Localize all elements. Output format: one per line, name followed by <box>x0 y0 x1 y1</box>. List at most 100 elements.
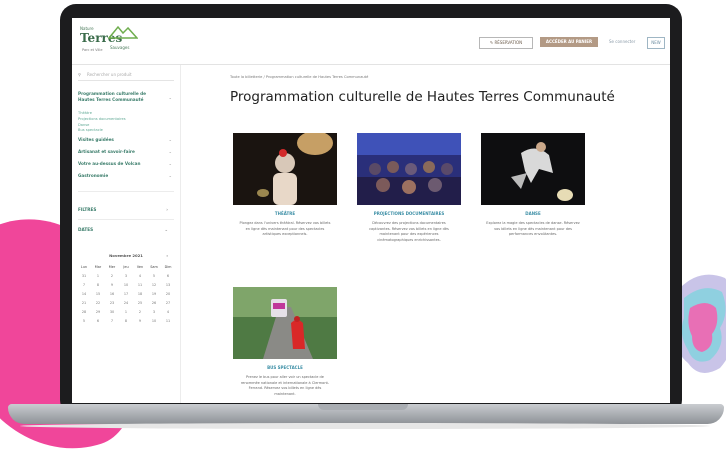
calendar-day[interactable]: 22 <box>92 299 104 308</box>
filters-toggle[interactable]: FILTRES › <box>78 207 172 212</box>
calendar-weekdays: Lun Mar Mer Jeu Ven Sam Dim <box>78 263 174 272</box>
main-content: Toute la billetterie / Programmation cul… <box>180 65 670 403</box>
calendar-day[interactable]: 2 <box>134 308 146 317</box>
calendar-day[interactable]: 12 <box>148 281 160 290</box>
calendar-day[interactable]: 5 <box>148 272 160 281</box>
card-description: Plongez dans l'univers théâtral. Réserve… <box>239 221 331 237</box>
cart-button[interactable]: ACCÉDER AU PANIER <box>540 37 598 47</box>
card-description: Explorez la magie des spectacles de dans… <box>486 221 580 237</box>
laptop-shadow <box>20 423 710 429</box>
card-projections[interactable]: PROJECTIONS DOCUMENTAIRES Découvrez des … <box>352 127 466 277</box>
calendar-day[interactable]: 16 <box>106 290 118 299</box>
sidebar-submenu: Théâtre Projections documentaires Danse … <box>78 111 126 134</box>
calendar-day[interactable]: 6 <box>92 317 104 326</box>
calendar-day[interactable]: 18 <box>134 290 146 299</box>
sidebar-subitem-projections[interactable]: Projections documentaires <box>78 117 126 123</box>
weekday-label: Jeu <box>123 265 129 269</box>
card-theatre[interactable]: THÉÂTRE Plongez dans l'univers théâtral.… <box>228 127 342 277</box>
logo-accent: Sauvages <box>110 45 130 50</box>
language-button[interactable]: NEW <box>647 37 665 49</box>
login-link[interactable]: Se connecter <box>609 37 635 47</box>
card-description: Prenez le bus pour aller voir un spectac… <box>240 375 330 396</box>
calendar-day[interactable]: 27 <box>162 299 174 308</box>
weekday-label: Sam <box>150 265 158 269</box>
sidebar-item-artisanat[interactable]: Artisanat et savoir-faire ⌄ <box>78 149 176 155</box>
sidebar-subitem-bus[interactable]: Bus spectacle <box>78 128 126 134</box>
search-input[interactable]: ⚲ Rechercher un produit <box>78 70 174 81</box>
calendar-day[interactable]: 9 <box>106 281 118 290</box>
calendar-day[interactable]: 7 <box>78 281 90 290</box>
bus-image <box>233 287 337 359</box>
projections-image <box>357 133 461 205</box>
calendar-day[interactable]: 11 <box>162 317 174 326</box>
calendar-week: 31 1 2 3 4 5 6 <box>78 272 174 281</box>
calendar-week: 7 8 9 10 11 12 13 <box>78 281 174 290</box>
calendar-day[interactable]: 13 <box>162 281 174 290</box>
calendar-day[interactable]: 6 <box>162 272 174 281</box>
calendar-day[interactable]: 3 <box>148 308 160 317</box>
calendar-day[interactable]: 30 <box>106 308 118 317</box>
weekday-label: Ven <box>136 265 144 269</box>
calendar-week: 28 29 30 1 2 3 4 <box>78 308 174 317</box>
calendar-day[interactable]: 11 <box>134 281 146 290</box>
card-danse[interactable]: DANSE Explorez la magie des spectacles d… <box>476 127 590 277</box>
calendar-day[interactable]: 9 <box>134 317 146 326</box>
calendar-header: Novembre 2021 › <box>109 253 168 258</box>
calendar-day[interactable]: 26 <box>148 299 160 308</box>
calendar-day[interactable]: 1 <box>120 308 132 317</box>
chevron-down-icon: ⌄ <box>168 137 172 142</box>
calendar-day[interactable]: 10 <box>148 317 160 326</box>
calendar-day[interactable]: 23 <box>106 299 118 308</box>
calendar-day[interactable]: 17 <box>120 290 132 299</box>
sidebar-item-volcan[interactable]: Votre au-dessus de Volcan ⌄ <box>78 161 176 167</box>
calendar-day[interactable]: 1 <box>92 272 104 281</box>
calendar-day[interactable]: 4 <box>134 272 146 281</box>
calendar-day[interactable]: 25 <box>134 299 146 308</box>
dates-toggle[interactable]: DATES ⌄ <box>78 227 172 232</box>
calendar-day[interactable]: 10 <box>120 281 132 290</box>
calendar-day[interactable]: 24 <box>120 299 132 308</box>
chevron-right-icon: › <box>166 207 168 212</box>
calendar-day[interactable]: 19 <box>148 290 160 299</box>
card-title: BUS SPECTACLE <box>267 365 303 370</box>
card-title: THÉÂTRE <box>274 211 296 216</box>
calendar-week: 14 15 16 17 18 19 20 <box>78 290 174 299</box>
calendar-day[interactable]: 14 <box>78 290 90 299</box>
danse-image <box>481 133 585 205</box>
calendar-day[interactable]: 8 <box>120 317 132 326</box>
calendar-day[interactable]: 21 <box>78 299 90 308</box>
sidebar-item-programmation[interactable]: Programmation culturelle de Hautes Terre… <box>78 91 176 103</box>
sidebar-item-gastronomie[interactable]: Gastronomie ⌄ <box>78 173 176 179</box>
sidebar-item-visites[interactable]: Visites guidées ⌄ <box>78 137 176 143</box>
calendar-day[interactable]: 5 <box>78 317 90 326</box>
calendar-day[interactable]: 29 <box>92 308 104 317</box>
site-logo[interactable]: Nature Terres Sauvages Parc et Ville <box>80 24 140 56</box>
mountain-icon <box>108 25 138 39</box>
divider <box>78 191 174 192</box>
search-icon: ⚲ <box>78 72 81 77</box>
theatre-image <box>233 133 337 205</box>
calendar-week: 5 6 7 8 9 10 11 <box>78 317 174 326</box>
laptop-notch <box>318 404 408 410</box>
calendar-day[interactable]: 2 <box>106 272 118 281</box>
breadcrumb[interactable]: Toute la billetterie / Programmation cul… <box>230 75 368 79</box>
reservation-button[interactable]: ✎ RÉSERVATION <box>479 37 533 49</box>
calendar-day[interactable]: 20 <box>162 290 174 299</box>
calendar-day[interactable]: 3 <box>120 272 132 281</box>
calendar-day[interactable]: 15 <box>92 290 104 299</box>
card-bus[interactable]: BUS SPECTACLE Prenez le bus pour aller v… <box>228 281 342 403</box>
logo-sub: Parc et Ville <box>82 48 103 52</box>
page-title: Programmation culturelle de Hautes Terre… <box>230 89 615 105</box>
weekday-label: Dim <box>164 265 172 269</box>
calendar-day[interactable]: 28 <box>78 308 90 317</box>
calendar-day[interactable]: 31 <box>78 272 90 281</box>
chevron-down-icon: ⌄ <box>164 227 168 232</box>
chevron-up-icon: ⌃ <box>168 97 172 102</box>
calendar-next-icon[interactable]: › <box>166 253 168 258</box>
chevron-down-icon: ⌄ <box>168 149 172 154</box>
calendar-day[interactable]: 4 <box>162 308 174 317</box>
calendar-day[interactable]: 8 <box>92 281 104 290</box>
weekday-label: Lun <box>80 265 88 269</box>
calendar-week: 21 22 23 24 25 26 27 <box>78 299 174 308</box>
calendar-day[interactable]: 7 <box>106 317 118 326</box>
